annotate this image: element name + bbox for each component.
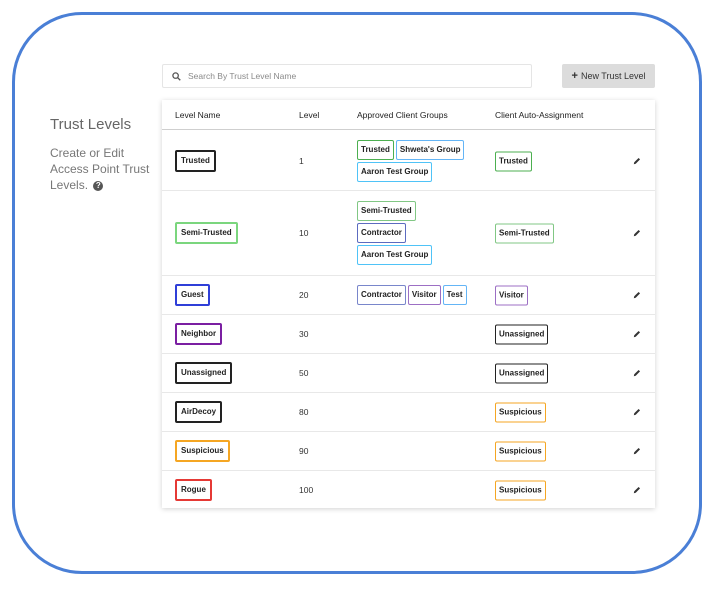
pencil-icon[interactable] <box>633 152 641 170</box>
client-group-badge: Test <box>442 285 467 305</box>
client-auto-assignment: Unassigned <box>495 363 549 384</box>
level-value: 10 <box>299 228 309 238</box>
column-header-level: Level <box>299 110 320 120</box>
level-value: 90 <box>299 446 309 456</box>
table-row: Unassigned 50 Unassigned <box>162 354 655 393</box>
client-group-badge: Aaron Test Group <box>357 161 433 182</box>
level-name-cell: Neighbor <box>175 323 223 345</box>
table-row: AirDecoy 80 Suspicious <box>162 393 655 432</box>
level-name-cell: Rogue <box>175 478 212 501</box>
page-description: Create or Edit Access Point Trust Levels… <box>50 145 150 193</box>
search-bar[interactable] <box>162 64 532 88</box>
auto-assignment-badge: Unassigned <box>495 324 549 345</box>
auto-assignment-badge: Visitor <box>495 285 528 306</box>
approved-client-groups: Trusted Shweta's Group Aaron Test Group <box>357 139 477 182</box>
level-value: 1 <box>299 155 304 166</box>
search-icon <box>172 71 181 81</box>
client-auto-assignment: Suspicious <box>495 441 546 462</box>
client-auto-assignment: Unassigned <box>495 324 549 345</box>
client-auto-assignment: Suspicious <box>495 479 546 500</box>
pencil-icon[interactable] <box>633 481 641 499</box>
auto-assignment-badge: Suspicious <box>495 441 546 462</box>
pencil-icon[interactable] <box>633 224 641 242</box>
level-name-badge: Semi-Trusted <box>175 222 238 244</box>
question-circle-icon[interactable]: ? <box>93 180 104 191</box>
level-name-cell: AirDecoy <box>175 401 223 423</box>
table-row: Trusted 1 Trusted Shweta's Group Aaron Test … <box>162 131 655 191</box>
approved-client-groups: Semi-Trusted Contractor Aaron Test Group <box>357 201 477 265</box>
level-name-cell: Trusted <box>175 149 216 172</box>
new-trust-level-label: New Trust Level <box>580 71 646 81</box>
level-name-cell: Unassigned <box>175 362 233 384</box>
table-row: Suspicious 90 Suspicious <box>162 432 655 471</box>
level-name-badge: Guest <box>175 284 210 306</box>
client-auto-assignment: Semi-Trusted <box>495 223 554 244</box>
table-row: Semi-Trusted 10 Semi-Trusted Contractor Aaro… <box>162 191 655 276</box>
approved-client-groups: Contractor Visitor Test <box>357 285 477 305</box>
level-name-badge: AirDecoy <box>175 401 223 423</box>
client-group-badge: Aaron Test Group <box>357 245 433 265</box>
client-auto-assignment: Trusted <box>495 150 532 171</box>
level-value: 50 <box>299 368 309 378</box>
level-name-badge: Unassigned <box>175 362 233 384</box>
search-input[interactable] <box>188 71 508 81</box>
level-name-badge: Rogue <box>175 478 212 501</box>
new-trust-level-button[interactable]: + New Trust Level <box>562 64 655 88</box>
auto-assignment-badge: Semi-Trusted <box>495 223 554 244</box>
level-name-badge: Neighbor <box>175 323 223 345</box>
table-header: Level Name Level Approved Client Groups … <box>162 100 655 130</box>
client-group-badge: Contractor <box>357 285 406 305</box>
level-name-badge: Trusted <box>175 149 216 172</box>
pencil-icon[interactable] <box>633 442 641 460</box>
level-name-cell: Suspicious <box>175 440 230 462</box>
column-header-client-auto-assignment: Client Auto-Assignment <box>495 110 584 120</box>
pencil-icon[interactable] <box>633 403 641 421</box>
pencil-icon[interactable] <box>633 364 641 382</box>
auto-assignment-badge: Trusted <box>495 151 532 171</box>
table-row: Guest 20 Contractor Visitor Test Visitor <box>162 276 655 315</box>
table-row: Rogue 100 Suspicious <box>162 471 655 508</box>
level-name-cell: Guest <box>175 284 210 306</box>
level-value: 100 <box>299 484 314 495</box>
client-group-badge: Semi-Trusted <box>357 201 416 221</box>
client-group-badge: Trusted <box>357 139 394 160</box>
auto-assignment-badge: Suspicious <box>495 480 546 500</box>
auto-assignment-badge: Unassigned <box>495 363 549 384</box>
level-value: 20 <box>299 290 309 300</box>
level-name-cell: Semi-Trusted <box>175 222 238 244</box>
table-row: Neighbor 30 Unassigned <box>162 315 655 354</box>
trust-levels-table: Level Name Level Approved Client Groups … <box>162 100 655 508</box>
level-value: 80 <box>299 407 309 417</box>
level-value: 30 <box>299 329 309 339</box>
pencil-icon[interactable] <box>633 325 641 343</box>
client-group-badge: Visitor <box>407 285 441 305</box>
column-header-level-name: Level Name <box>175 110 221 120</box>
client-group-badge: Contractor <box>357 223 406 243</box>
client-auto-assignment: Suspicious <box>495 402 546 423</box>
pencil-icon[interactable] <box>633 286 641 304</box>
column-header-approved-client-groups: Approved Client Groups <box>357 110 448 120</box>
auto-assignment-badge: Suspicious <box>495 402 546 423</box>
client-group-badge: Shweta's Group <box>395 139 465 160</box>
plus-icon: + <box>571 70 578 82</box>
sidebar: Trust Levels Create or Edit Access Point… <box>50 116 150 193</box>
page-title: Trust Levels <box>50 116 132 133</box>
client-auto-assignment: Visitor <box>495 285 528 306</box>
level-name-badge: Suspicious <box>175 440 230 462</box>
